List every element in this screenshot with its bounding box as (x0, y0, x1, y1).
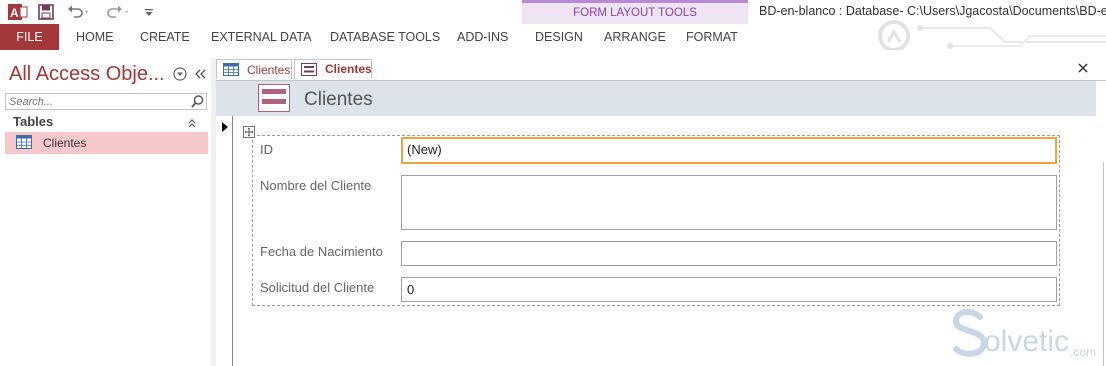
nav-menu-dropdown-icon[interactable] (173, 67, 187, 81)
field-label-id: ID (260, 142, 273, 157)
tab-external-data[interactable]: EXTERNAL DATA (211, 24, 311, 50)
field-label-fecha: Fecha de Nacimiento (260, 244, 383, 259)
contextual-header-label: FORM LAYOUT TOOLS (573, 7, 697, 19)
doc-tab-clientes-form[interactable]: Clientes (294, 59, 372, 79)
record-selector[interactable] (216, 116, 233, 366)
form-icon (301, 62, 317, 76)
tab-add-ins[interactable]: ADD-INS (457, 24, 508, 50)
id-field[interactable]: (New) (401, 137, 1057, 164)
watermark: olvetic .com (946, 305, 1106, 366)
tab-design[interactable]: DESIGN (535, 24, 583, 50)
doc-tab-clientes-table[interactable]: Clientes (216, 59, 292, 79)
customize-toolbar-icon[interactable] (142, 3, 156, 21)
doc-tab-label: Clientes (247, 62, 291, 77)
collapse-pane-icon[interactable] (193, 67, 207, 81)
table-icon (223, 63, 239, 76)
form-header-icon (258, 84, 290, 112)
form-title: Clientes (304, 89, 373, 110)
nav-item-clientes[interactable]: Clientes (5, 132, 208, 154)
tab-format[interactable]: FORMAT (686, 24, 738, 50)
layout-selector-icon[interactable] (243, 126, 255, 138)
ribbon-tab-bar: FILE HOME CREATE EXTERNAL DATA DATABASE … (0, 24, 1106, 50)
doc-tab-label: Clientes (325, 62, 372, 76)
document-tab-bar: Clientes Clientes (216, 58, 1106, 81)
field-label-nombre: Nombre del Cliente (260, 178, 372, 193)
tab-create[interactable]: CREATE (140, 24, 190, 50)
table-icon (16, 135, 32, 149)
nav-pane-title[interactable]: All Access Obje... (9, 63, 165, 86)
fecha-nacimiento-field[interactable] (401, 241, 1057, 266)
tab-file[interactable]: FILE (0, 24, 59, 50)
nav-search-input[interactable] (5, 93, 207, 110)
window-title: BD-en-blanco : Database- C:\Users\Jgacos… (759, 4, 1106, 18)
tab-home[interactable]: HOME (76, 24, 114, 50)
navigation-pane: All Access Obje... Tables Clientes (0, 58, 212, 366)
quick-access-toolbar: A (0, 0, 520, 24)
watermark-text: olvetic (984, 325, 1070, 358)
close-document-icon[interactable] (1076, 61, 1090, 75)
svg-text:A: A (10, 6, 19, 20)
solicitud-cliente-field[interactable]: 0 (401, 277, 1057, 302)
form-layout-tools-header: FORM LAYOUT TOOLS (522, 0, 748, 24)
nav-group-tables[interactable]: Tables (13, 114, 53, 129)
access-logo-icon[interactable]: A (8, 3, 28, 21)
watermark-suffix: .com (1070, 345, 1097, 359)
search-icon[interactable] (190, 94, 205, 109)
redo-icon[interactable] (106, 3, 132, 21)
nav-item-label: Clientes (43, 136, 87, 150)
save-icon[interactable] (38, 3, 54, 21)
field-label-solicitud: Solicitud del Cliente (260, 280, 375, 295)
undo-icon[interactable] (66, 3, 92, 21)
tab-database-tools[interactable]: DATABASE TOOLS (330, 24, 440, 50)
collapse-group-icon[interactable] (186, 117, 198, 129)
current-record-arrow-icon (221, 120, 229, 135)
tab-arrange[interactable]: ARRANGE (604, 24, 666, 50)
nombre-cliente-field[interactable] (401, 175, 1057, 230)
